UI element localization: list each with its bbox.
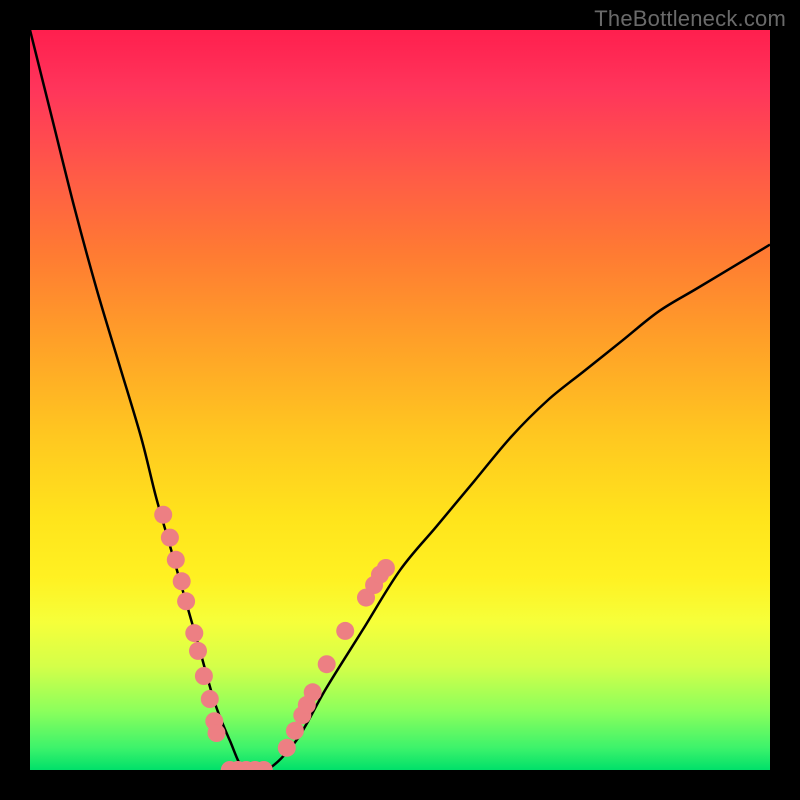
data-marker <box>286 722 304 740</box>
data-marker <box>167 551 185 569</box>
data-marker <box>185 624 203 642</box>
data-marker <box>336 622 354 640</box>
chart-overlay <box>30 30 770 770</box>
data-marker <box>304 683 322 701</box>
data-marker <box>278 739 296 757</box>
watermark-text: TheBottleneck.com <box>594 6 786 32</box>
data-marker <box>177 592 195 610</box>
data-marker <box>173 572 191 590</box>
data-marker <box>154 506 172 524</box>
bottleneck-curve <box>30 30 770 770</box>
data-marker <box>195 667 213 685</box>
data-marker <box>161 529 179 547</box>
outer-frame: TheBottleneck.com <box>0 0 800 800</box>
data-marker <box>201 690 219 708</box>
data-marker <box>318 655 336 673</box>
data-marker <box>208 724 226 742</box>
data-marker <box>189 642 207 660</box>
data-marker <box>377 559 395 577</box>
plot-area <box>30 30 770 770</box>
